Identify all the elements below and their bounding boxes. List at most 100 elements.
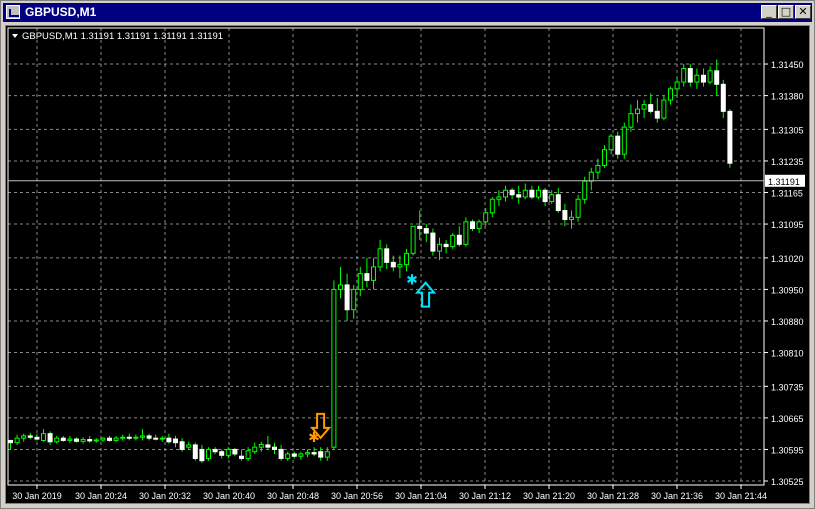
candle-body [173, 438, 178, 444]
candle-body [318, 451, 324, 458]
candle-body [404, 252, 409, 266]
candle-body [390, 261, 396, 268]
candle-body [701, 74, 706, 83]
header-dropdown-icon [12, 34, 18, 38]
candle-body [463, 221, 469, 245]
candle-body [687, 68, 693, 83]
candle-body [714, 70, 720, 85]
candle-body [522, 189, 528, 198]
y-tick-label: 1.31020 [771, 254, 804, 264]
candle-body [34, 436, 40, 440]
candle-body [430, 232, 436, 252]
candle-body [126, 436, 132, 439]
x-tick-label: 30 Jan 20:24 [75, 491, 127, 501]
sell-star-icon: ✱ [308, 430, 320, 446]
candle-body [232, 448, 238, 455]
candle-body [621, 126, 627, 155]
candle-body [338, 284, 343, 290]
candle-body [14, 437, 20, 444]
candle-body [588, 171, 594, 182]
candle-body [206, 448, 211, 459]
candle-body [159, 437, 165, 440]
candle-body [74, 438, 79, 442]
candle-body [351, 288, 357, 311]
candle-body [265, 444, 271, 448]
candle-body [67, 438, 73, 441]
y-tick-label: 1.31450 [771, 60, 804, 70]
candle-body [377, 248, 383, 268]
candle-body [542, 189, 548, 203]
candle-body [331, 288, 337, 448]
candle-body [153, 437, 159, 440]
candle-body [555, 194, 561, 212]
candle-body [324, 451, 330, 458]
candle-body [272, 446, 277, 450]
candle-body [192, 444, 198, 459]
x-tick-label: 30 Jan 21:36 [651, 491, 703, 501]
candle-body [27, 435, 33, 438]
candle-body [489, 198, 495, 214]
candle-body [727, 110, 733, 164]
candle-body [661, 99, 667, 119]
candle-body [140, 435, 145, 438]
candle-body [608, 135, 614, 151]
close-button[interactable]: ✕ [795, 5, 811, 19]
minimize-button[interactable]: _ [761, 5, 777, 19]
candle-body [509, 189, 515, 196]
candle-body [93, 439, 99, 442]
terminal-window: GBPUSD,M1 _ □ ✕ 1.31450 1.31380 1.31305 1.3… [0, 0, 815, 509]
candle-body [602, 149, 607, 166]
candle-body [133, 436, 139, 439]
candle-body [47, 433, 53, 443]
x-tick-label: 30 Jan 21:04 [395, 491, 447, 501]
candle-body [641, 104, 647, 110]
title-bar[interactable]: GBPUSD,M1 _ □ ✕ [3, 3, 812, 22]
candle-body [496, 196, 502, 200]
chart-area[interactable]: 1.31450 1.31380 1.31305 1.31235 1.31165 1.310… [5, 25, 810, 504]
candle-body [8, 439, 13, 444]
candle-body [166, 437, 172, 443]
candle-body [668, 88, 673, 101]
candle-body [278, 448, 284, 459]
candle-body [483, 212, 489, 223]
candle-body [397, 264, 403, 268]
maximize-button[interactable]: □ [778, 5, 794, 19]
current-price-label: 1.31191 [768, 177, 800, 187]
candle-body [344, 284, 350, 311]
x-tick-label: 30 Jan 20:48 [267, 491, 319, 501]
candle-body [516, 194, 522, 198]
window-title: GBPUSD,M1 [25, 5, 97, 19]
candle-body [305, 452, 310, 455]
candle-body [423, 228, 429, 234]
candle-body [450, 234, 456, 248]
chart-window-icon[interactable] [6, 5, 20, 19]
candle-body [437, 243, 442, 252]
candle-body [443, 243, 449, 248]
chart-header: GBPUSD,M1 1.31191 1.31191 1.31191 1.3119… [22, 31, 223, 42]
candle-body [648, 104, 654, 112]
candle-body [107, 437, 112, 441]
candle-body [146, 435, 152, 439]
buy-arrow-icon [414, 281, 437, 308]
candle-body [179, 441, 185, 450]
candle-body [595, 164, 601, 173]
candle-body [410, 225, 416, 254]
candle-body [80, 439, 86, 442]
candle-body [239, 455, 244, 459]
candle-body [456, 234, 462, 245]
y-tick-label: 1.30880 [771, 317, 804, 327]
candle-body [569, 216, 574, 221]
candle-body [720, 83, 726, 112]
y-tick-label: 1.31235 [771, 157, 804, 167]
candle-body [252, 446, 258, 453]
candlestick-chart[interactable]: 1.31450 1.31380 1.31305 1.31235 1.31165 1.310… [6, 26, 809, 503]
x-tick-label: 30 Jan 21:12 [459, 491, 511, 501]
x-tick-label: 30 Jan 2019 [12, 491, 62, 501]
y-tick-label: 1.31305 [771, 125, 804, 135]
candle-body [503, 189, 508, 198]
candle-body [371, 266, 376, 281]
candle-body [54, 437, 60, 443]
candle-body [60, 437, 66, 441]
candle-body [674, 81, 680, 90]
candle-body [212, 448, 218, 453]
